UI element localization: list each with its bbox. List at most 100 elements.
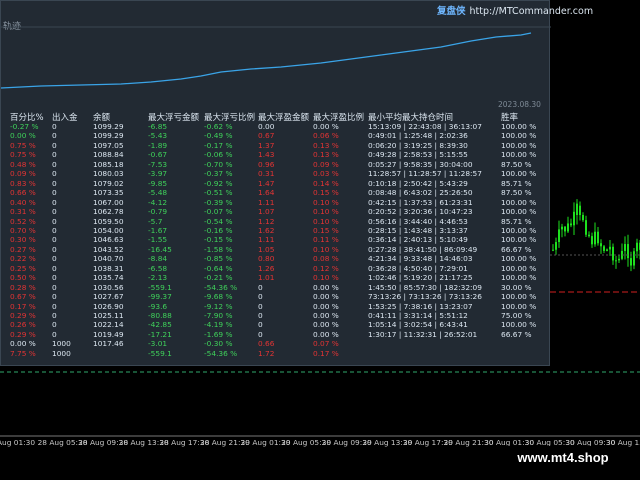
table-cell: -0.30 %: [204, 339, 233, 349]
table-cell: 1.62: [258, 225, 275, 235]
table-cell: 1.11: [258, 197, 275, 207]
table-cell: 0: [258, 329, 263, 339]
candle-body: [564, 226, 566, 232]
table-cell: 0: [258, 282, 263, 292]
candle-body: [573, 211, 575, 226]
candle-body: [603, 246, 605, 251]
table-cell: -0.27 %: [10, 122, 39, 131]
table-cell: -1.67: [148, 225, 168, 235]
table-cell: 73:13:26 | 73:13:26 | 73:13:26: [368, 292, 482, 302]
table-cell: 0: [52, 131, 57, 141]
table-cell: 0.09 %: [313, 159, 339, 169]
table-cell: -0.39 %: [204, 197, 233, 207]
table-cell: 0:49:01 | 1:25:48 | 2:02:36: [368, 131, 468, 141]
table-cell: 11:28:57 | 11:28:57 | 11:28:57: [368, 169, 482, 179]
table-cell: -9.12 %: [204, 301, 233, 311]
table-cell: 0: [52, 292, 57, 302]
table-cell: -1.69 %: [204, 329, 233, 339]
table-cell: -80.88: [148, 311, 172, 320]
table-cell: -0.37 %: [204, 169, 233, 179]
table-cell: 0:49:28 | 2:58:53 | 5:15:55: [368, 150, 468, 160]
table-cell: 87.50 %: [501, 159, 532, 169]
table-cell: 0.75 %: [10, 150, 36, 160]
table-cell: 0.50 %: [10, 273, 36, 283]
table-cell: 0: [258, 311, 263, 320]
table-cell: 1099.29: [93, 131, 124, 141]
table-cell: 0.10 %: [313, 197, 339, 207]
table-cell: 0.28 %: [10, 282, 36, 292]
table-cell: -5.43: [148, 131, 168, 141]
table-cell: 1000: [52, 339, 71, 349]
table-cell: 0: [52, 282, 57, 292]
table-cell: -42.85: [148, 320, 172, 330]
table-cell: 0: [52, 225, 57, 235]
table-cell: 100.00 %: [501, 169, 537, 179]
table-cell: 1079.02: [93, 178, 124, 188]
table-cell: 0.25 %: [10, 263, 36, 273]
table-cell: 0: [52, 263, 57, 273]
table-cell: 0.00 %: [313, 301, 339, 311]
table-cell: 1.12: [258, 216, 275, 226]
table-cell: 0.67 %: [10, 292, 36, 302]
table-cell: 0: [258, 301, 263, 311]
table-cell: 0.00 %: [313, 311, 339, 320]
table-cell: 100.00 %: [501, 292, 537, 302]
table-cell: 1073.35: [93, 188, 124, 198]
table-cell: 0:28:15 | 1:43:48 | 3:13:37: [368, 225, 468, 235]
candle-body: [612, 246, 614, 261]
watermark-logo: www.mt4.shop: [498, 446, 628, 470]
table-cell: -9.85: [148, 178, 168, 188]
table-cell: -2.13: [148, 273, 168, 283]
table-cell: 0.00 %: [10, 339, 36, 349]
table-cell: 0.00 %: [313, 320, 339, 330]
table-cell: 0: [52, 216, 57, 226]
table-cell: 1080.03: [93, 169, 124, 179]
table-cell: 0.11 %: [313, 235, 339, 245]
table-cell: 30.00 %: [501, 282, 532, 292]
table-cell: 87.50 %: [501, 188, 532, 198]
table-cell: 1:05:14 | 3:02:54 | 6:43:41: [368, 320, 468, 330]
table-cell: 0.83 %: [10, 178, 36, 188]
table-cell: -0.67: [148, 150, 168, 160]
table-cell: 100.00 %: [501, 122, 537, 131]
table-cell: 1017.46: [93, 339, 124, 349]
candle-body: [600, 243, 602, 247]
table-cell: 0: [258, 320, 263, 330]
table-cell: 1.37: [258, 140, 275, 150]
table-cell: 100.00 %: [501, 273, 537, 283]
table-cell: 1.07: [258, 207, 275, 217]
table-cell: 1:02:46 | 5:19:20 | 21:17:25: [368, 273, 473, 283]
table-cell: 1.05: [258, 244, 275, 254]
table-cell: 0:36:28 | 4:50:40 | 7:29:01: [368, 263, 468, 273]
time-axis-label: Aug 01:30: [0, 438, 36, 447]
table-cell: 0.66: [258, 339, 275, 349]
table-cell: 0.17 %: [10, 301, 36, 311]
table-cell: -0.92 %: [204, 178, 233, 188]
table-cell: 0.80: [258, 254, 275, 264]
table-cell: -0.07 %: [204, 207, 233, 217]
table-cell: 0:08:48 | 6:43:02 | 25:26:50: [368, 188, 473, 198]
candle-body: [579, 205, 581, 215]
table-cell: -54.36 %: [204, 282, 238, 292]
table-cell: -3.01: [148, 339, 168, 349]
table-cell: -6.85: [148, 122, 168, 131]
table-cell: 1085.18: [93, 159, 124, 169]
table-cell: -5.48: [148, 188, 168, 198]
table-cell: 1.47: [258, 178, 275, 188]
table-cell: 0.13 %: [313, 150, 339, 160]
table-cell: 0: [52, 178, 57, 188]
table-cell: 85.71 %: [501, 216, 532, 226]
table-cell: -0.70 %: [204, 159, 233, 169]
table-cell: 100.00 %: [501, 197, 537, 207]
table-cell: 4:21:34 | 9:33:48 | 14:46:03: [368, 254, 473, 264]
candle-body: [606, 249, 608, 251]
table-cell: 75.00 %: [501, 311, 532, 320]
table-cell: -0.06 %: [204, 150, 233, 160]
table-cell: 0:36:14 | 2:40:13 | 5:10:49: [368, 235, 468, 245]
table-cell: 0.12 %: [313, 263, 339, 273]
table-cell: 0.48 %: [10, 159, 36, 169]
table-cell: -0.49 %: [204, 131, 233, 141]
table-cell: 1038.31: [93, 263, 124, 273]
equity-curve-line: [1, 32, 532, 89]
table-cell: -1.55: [148, 235, 168, 245]
